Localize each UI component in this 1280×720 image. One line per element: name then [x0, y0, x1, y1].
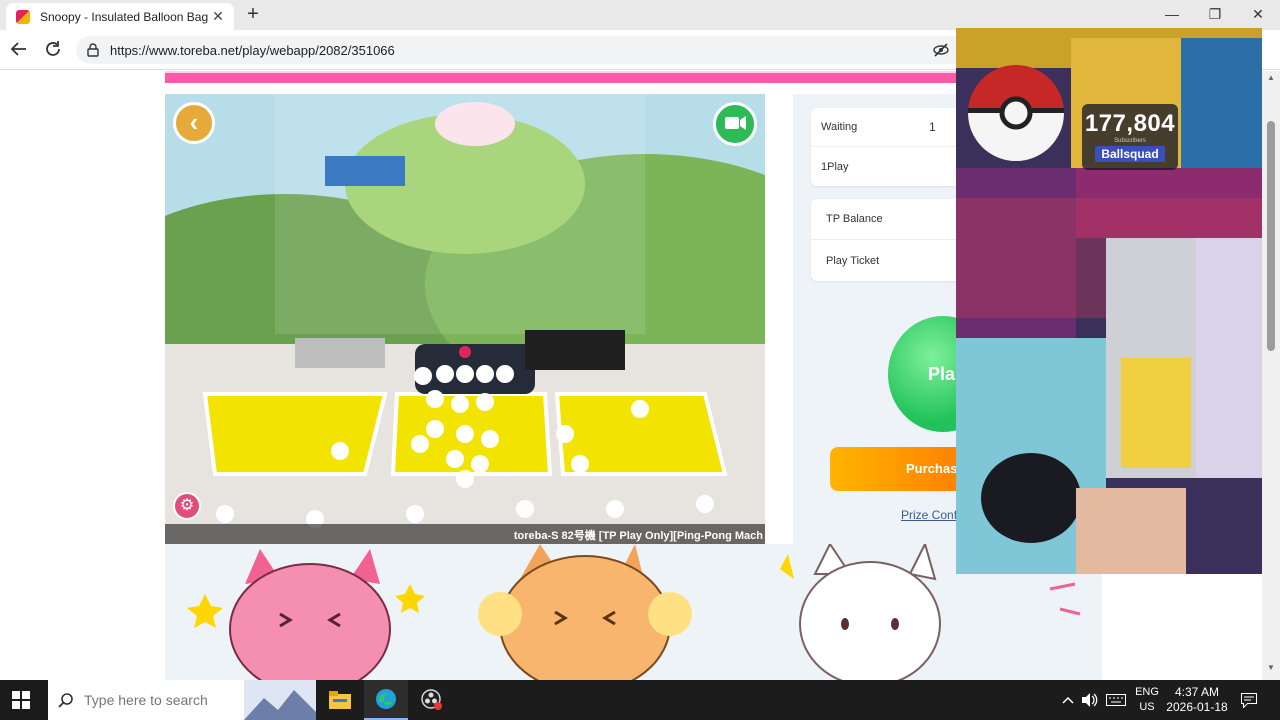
region-code: US	[1139, 701, 1155, 713]
obs-icon[interactable]	[410, 680, 454, 720]
volume-icon[interactable]	[1080, 680, 1100, 720]
queue-value: 1	[929, 120, 936, 134]
edge-icon[interactable]	[364, 680, 408, 720]
eye-off-icon[interactable]	[933, 42, 949, 58]
prize-confirmation-link[interactable]: Prize Confi	[901, 508, 960, 522]
queue-row-waiting: Waiting 1	[811, 108, 961, 147]
close-tab-icon[interactable]: ✕	[210, 8, 226, 25]
back-button[interactable]: ‹	[173, 102, 215, 144]
machine-view-image	[165, 94, 765, 544]
scroll-up-icon[interactable]: ▲	[1267, 73, 1275, 82]
scrollbar-thumb[interactable]	[1267, 121, 1275, 351]
subscriber-badge: 177,804 Subscribers Ballsquad	[1082, 104, 1178, 170]
search-input[interactable]	[84, 692, 244, 708]
reload-icon[interactable]	[43, 40, 63, 60]
minimize-button[interactable]: —	[1162, 6, 1182, 22]
subscriber-label: Subscribers	[1114, 138, 1146, 144]
balance-label: TP Balance	[826, 213, 883, 225]
balance-row-tp: TP Balance	[811, 199, 961, 240]
queue-box: Waiting 1 1Play	[811, 108, 961, 186]
taskbar-search[interactable]	[48, 680, 316, 720]
clock-date: 2026-01-18	[1166, 700, 1228, 714]
lock-icon[interactable]	[86, 43, 100, 57]
clock-time: 4:37 AM	[1174, 685, 1220, 699]
browser-titlebar: Snoopy - Insulated Balloon Bag S ✕ + — ❐…	[0, 0, 1280, 30]
machine-caption: toreba-S 82号機 [TP Play Only][Ping-Pong M…	[165, 524, 765, 544]
page-scrollbar[interactable]: ▲ ▼	[1262, 71, 1280, 680]
notification-icon[interactable]	[1238, 680, 1260, 720]
settings-icon[interactable]: ⚙	[173, 492, 201, 520]
url-input[interactable]	[110, 42, 810, 58]
play-panel: Waiting 1 1Play TP Balance Play Ticket P…	[793, 94, 998, 544]
system-clock[interactable]: 4:37 AM 2026-01-18	[1164, 685, 1230, 715]
channel-name: Ballsquad	[1095, 146, 1165, 162]
webcam-overlay: 177,804 Subscribers Ballsquad	[956, 28, 1262, 574]
header-strip	[165, 71, 960, 83]
file-explorer-icon[interactable]	[318, 680, 362, 720]
close-window-button[interactable]: ✕	[1248, 6, 1268, 23]
subscriber-count: 177,804	[1084, 110, 1176, 137]
site-favicon-icon	[16, 9, 30, 24]
machine-live-stream: ‹ ⚙ toreba-S 82号機 [TP Play Only][Ping-Po…	[165, 94, 765, 544]
search-icon	[58, 693, 73, 708]
browser-tab[interactable]: Snoopy - Insulated Balloon Bag S ✕	[6, 3, 234, 30]
queue-label: Waiting	[821, 121, 858, 133]
back-arrow-icon[interactable]	[9, 40, 29, 60]
windows-taskbar: ENG US 4:37 AM 2026-01-18	[0, 680, 1280, 720]
balance-label: Play Ticket	[826, 254, 880, 267]
camera-switch-icon[interactable]	[713, 102, 757, 146]
queue-label: 1Play	[821, 160, 849, 173]
balance-box: TP Balance Play Ticket	[811, 199, 961, 281]
keyboard-icon[interactable]	[1104, 680, 1128, 720]
queue-row-1play: 1Play	[811, 147, 961, 186]
chevron-up-icon[interactable]	[1058, 680, 1078, 720]
search-highlight-image	[244, 680, 316, 720]
maximize-button[interactable]: ❐	[1205, 6, 1225, 23]
tab-title: Snoopy - Insulated Balloon Bag S	[40, 9, 210, 24]
balance-row-ticket: Play Ticket	[811, 240, 961, 281]
windows-icon[interactable]	[12, 691, 30, 709]
new-tab-button[interactable]: +	[243, 4, 263, 26]
input-language[interactable]: ENG US	[1134, 685, 1160, 715]
address-bar[interactable]	[76, 36, 966, 64]
language-code: ENG	[1135, 686, 1159, 698]
scroll-down-icon[interactable]: ▼	[1267, 663, 1275, 672]
